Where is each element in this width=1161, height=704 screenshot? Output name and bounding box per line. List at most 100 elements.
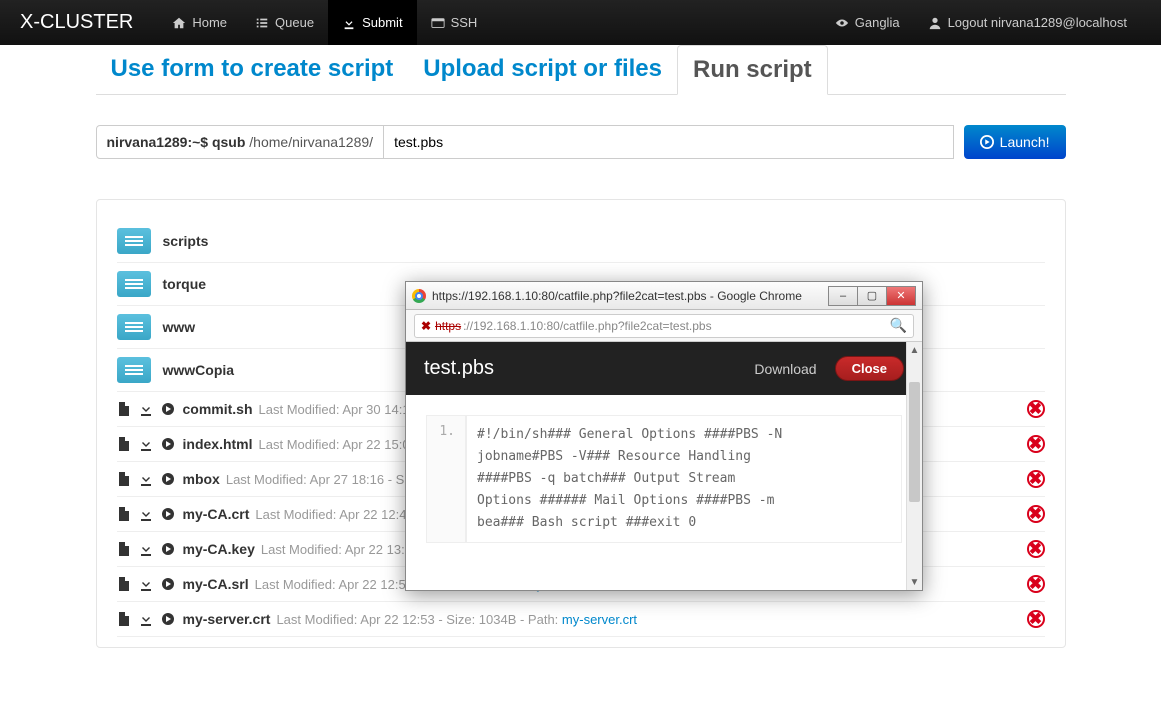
code-text: #!/bin/sh### General Options ####PBS -N …	[467, 416, 807, 542]
top-nav: X-CLUSTER Home Queue Submit SSH Gang	[0, 0, 1161, 45]
file-name[interactable]: my-CA.srl	[183, 576, 249, 592]
run-icon[interactable]	[161, 507, 175, 521]
home-icon	[172, 16, 186, 30]
nav-ssh[interactable]: SSH	[417, 0, 492, 45]
download-icon[interactable]	[139, 402, 153, 416]
nav-home[interactable]: Home	[158, 0, 241, 45]
file-meta: Last Modified: Apr 22 12:53 - Size: 1034…	[276, 612, 637, 627]
file-icon[interactable]	[117, 472, 131, 486]
launch-label: Launch!	[1000, 134, 1050, 150]
line-number: 1.	[427, 416, 467, 542]
file-meta: Last Modified: Apr 27 18:16 - Size:	[226, 472, 425, 487]
file-name[interactable]: mbox	[183, 471, 220, 487]
run-icon[interactable]	[161, 437, 175, 451]
close-button[interactable]: Close	[835, 356, 904, 381]
run-icon[interactable]	[161, 402, 175, 416]
delete-icon[interactable]: ✖	[1027, 540, 1045, 558]
folder-icon	[117, 228, 151, 254]
file-icon[interactable]	[117, 612, 131, 626]
file-icon[interactable]	[117, 437, 131, 451]
search-icon[interactable]: 🔍	[890, 317, 907, 334]
code-block: 1. #!/bin/sh### General Options ####PBS …	[426, 415, 902, 543]
file-path-link[interactable]: my-server.crt	[562, 612, 637, 627]
window-titlebar[interactable]: https://192.168.1.10:80/catfile.php?file…	[406, 282, 922, 310]
file-icon[interactable]	[117, 507, 131, 521]
download-icon[interactable]	[139, 577, 153, 591]
user-icon	[928, 16, 942, 30]
nav-ganglia[interactable]: Ganglia	[821, 15, 914, 30]
download-icon[interactable]	[139, 437, 153, 451]
launch-button[interactable]: Launch!	[964, 125, 1066, 159]
download-icon	[342, 16, 356, 30]
run-icon[interactable]	[161, 472, 175, 486]
folder-name: wwwCopia	[163, 362, 235, 378]
window-title: https://192.168.1.10:80/catfile.php?file…	[432, 289, 802, 303]
delete-icon[interactable]: ✖	[1027, 470, 1045, 488]
popup-header: test.pbs Download Close	[406, 342, 922, 395]
delete-icon[interactable]: ✖	[1027, 435, 1045, 453]
download-icon[interactable]	[139, 542, 153, 556]
folder-row[interactable]: scripts	[117, 220, 1045, 263]
file-name[interactable]: my-server.crt	[183, 611, 271, 627]
nav-queue[interactable]: Queue	[241, 0, 328, 45]
window-close-button[interactable]: ✕	[886, 286, 916, 306]
download-link[interactable]: Download	[754, 361, 816, 377]
file-icon[interactable]	[117, 577, 131, 591]
nav-label: Ganglia	[855, 15, 900, 30]
file-name[interactable]: commit.sh	[183, 401, 253, 417]
download-icon[interactable]	[139, 612, 153, 626]
nav-label: SSH	[451, 15, 478, 30]
file-icon[interactable]	[117, 402, 131, 416]
prompt-path: /home/nirvana1289/	[249, 134, 373, 150]
run-icon[interactable]	[161, 612, 175, 626]
play-icon	[980, 135, 994, 149]
run-icon[interactable]	[161, 542, 175, 556]
delete-icon[interactable]: ✖	[1027, 610, 1045, 628]
file-name[interactable]: my-CA.crt	[183, 506, 250, 522]
nav-label: Home	[192, 15, 227, 30]
folder-icon	[117, 271, 151, 297]
prompt-text: nirvana1289:~$ qsub	[107, 134, 250, 150]
tab-upload[interactable]: Upload script or files	[408, 45, 677, 94]
download-icon[interactable]	[139, 472, 153, 486]
terminal-icon	[431, 16, 445, 30]
download-icon[interactable]	[139, 507, 153, 521]
command-prefix: nirvana1289:~$ qsub /home/nirvana1289/	[96, 125, 385, 159]
delete-icon[interactable]: ✖	[1027, 505, 1045, 523]
nav-label: Logout nirvana1289@localhost	[948, 15, 1127, 30]
file-name[interactable]: my-CA.key	[183, 541, 255, 557]
address-bar: ✖ https ://192.168.1.10:80/catfile.php?f…	[406, 310, 922, 342]
maximize-button[interactable]: ▢	[857, 286, 887, 306]
folder-name: torque	[163, 276, 207, 292]
scroll-down-icon[interactable]: ▼	[907, 574, 922, 590]
scroll-up-icon[interactable]: ▲	[907, 342, 922, 358]
popup-window: https://192.168.1.10:80/catfile.php?file…	[405, 281, 923, 591]
nav-right: Ganglia Logout nirvana1289@localhost	[821, 15, 1141, 30]
folder-icon	[117, 314, 151, 340]
minimize-button[interactable]: –	[828, 286, 858, 306]
brand: X-CLUSTER	[20, 11, 133, 34]
url-box[interactable]: ✖ https ://192.168.1.10:80/catfile.php?f…	[414, 314, 914, 338]
run-icon[interactable]	[161, 577, 175, 591]
nav-logout[interactable]: Logout nirvana1289@localhost	[914, 15, 1141, 30]
tab-run[interactable]: Run script	[677, 45, 828, 95]
chrome-icon	[412, 289, 426, 303]
list-icon	[255, 16, 269, 30]
scrollbar[interactable]: ▲ ▼	[906, 342, 922, 590]
command-bar: nirvana1289:~$ qsub /home/nirvana1289/ L…	[96, 125, 1066, 159]
delete-icon[interactable]: ✖	[1027, 575, 1045, 593]
file-name[interactable]: index.html	[183, 436, 253, 452]
tab-form[interactable]: Use form to create script	[96, 45, 409, 94]
file-icon[interactable]	[117, 542, 131, 556]
folder-icon	[117, 357, 151, 383]
file-row: my-server.crt Last Modified: Apr 22 12:5…	[117, 602, 1045, 637]
popup-body: test.pbs Download Close 1. #!/bin/sh### …	[406, 342, 922, 590]
scroll-thumb[interactable]	[909, 382, 920, 502]
script-input[interactable]	[384, 125, 954, 159]
nav-label: Queue	[275, 15, 314, 30]
file-title: test.pbs	[424, 357, 494, 380]
delete-icon[interactable]: ✖	[1027, 400, 1045, 418]
nav-submit[interactable]: Submit	[328, 0, 416, 45]
eye-icon	[835, 16, 849, 30]
folder-name: www	[163, 319, 196, 335]
